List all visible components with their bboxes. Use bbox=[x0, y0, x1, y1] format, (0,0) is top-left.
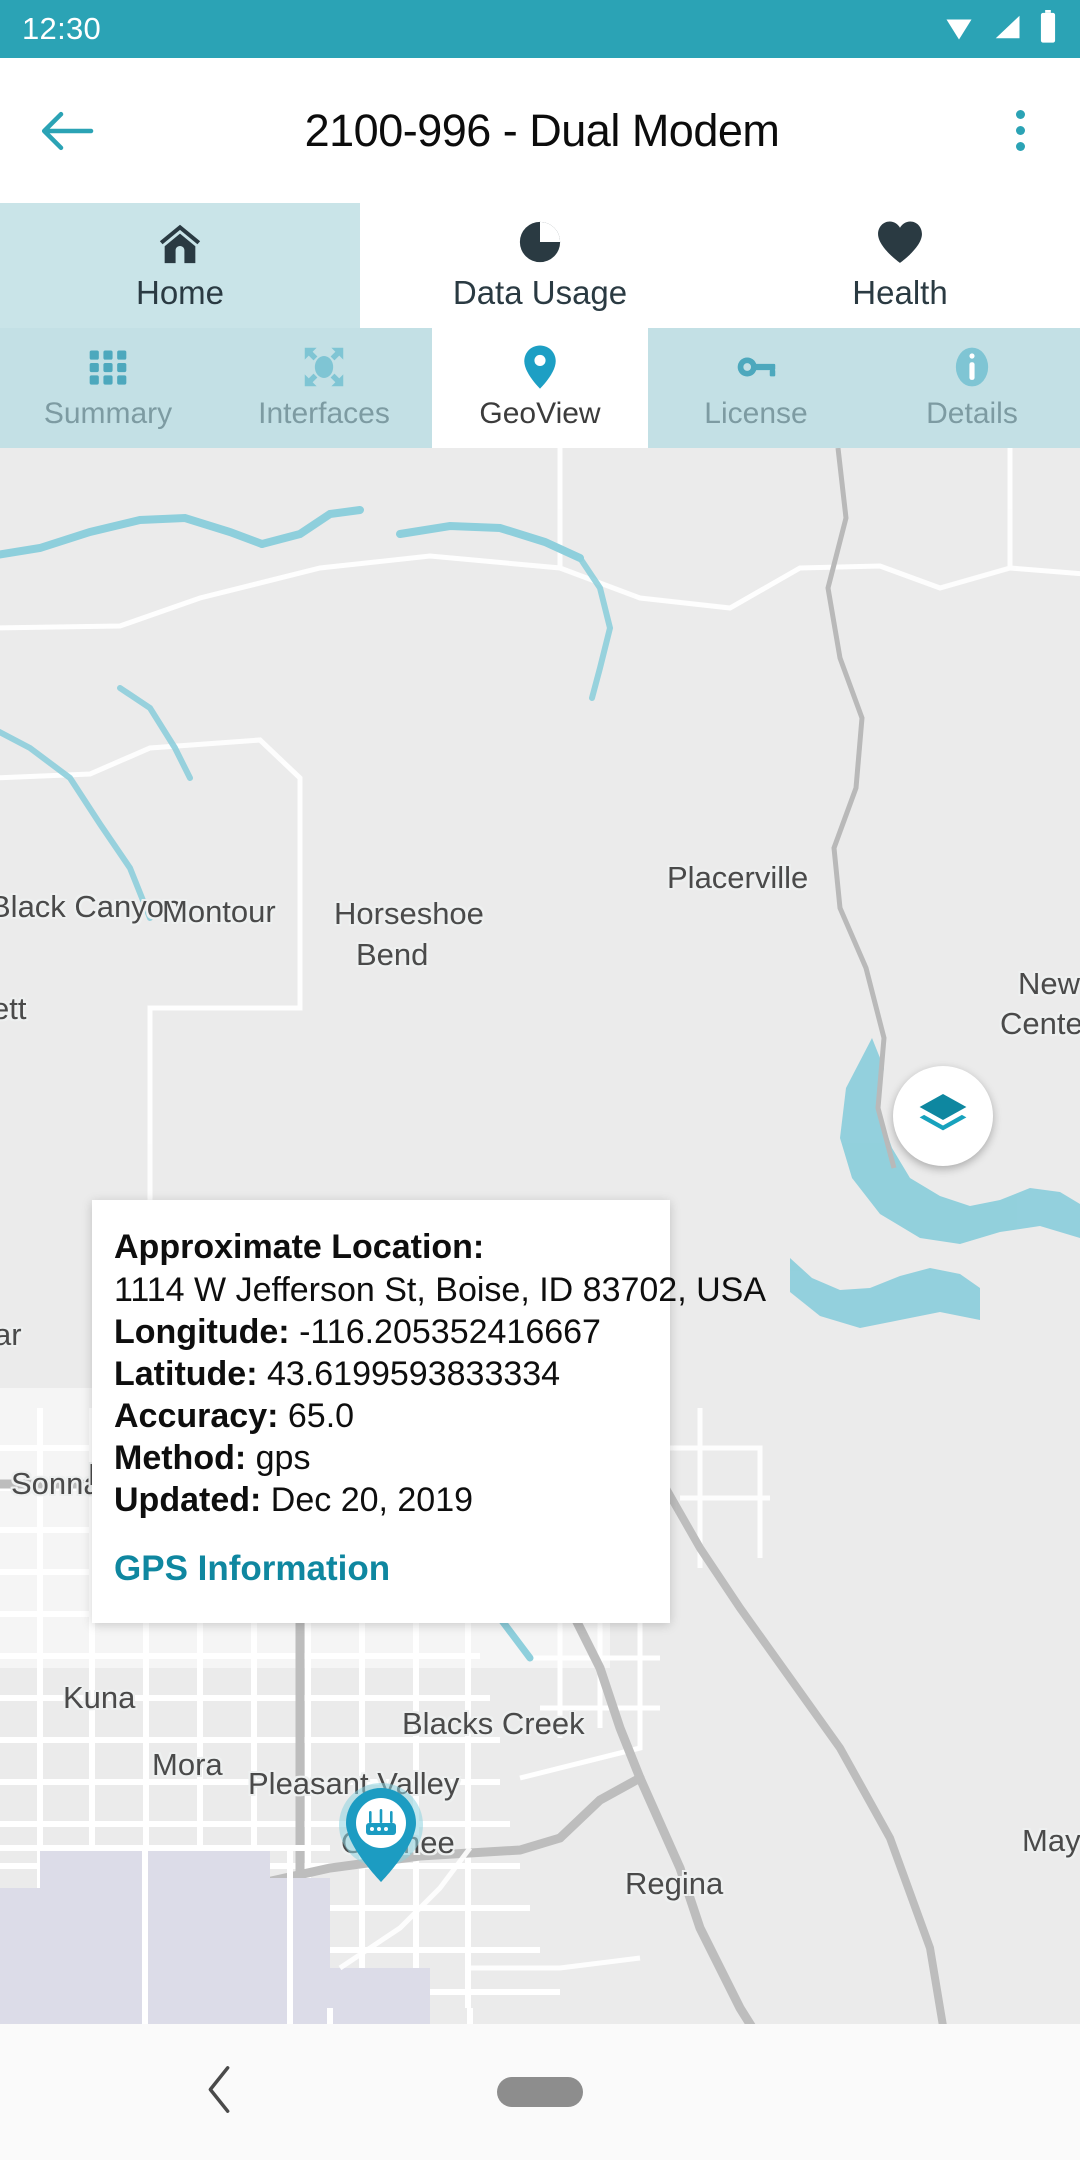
info-row-longitude: Longitude: -116.205352416667 bbox=[114, 1313, 648, 1352]
info-value-latitude: 43.6199593833334 bbox=[267, 1355, 561, 1393]
info-label-method: Method: bbox=[114, 1439, 247, 1477]
map-layers-button[interactable] bbox=[893, 1066, 993, 1166]
key-icon bbox=[733, 345, 779, 389]
tab-data-usage[interactable]: Data Usage bbox=[360, 203, 720, 328]
nav-back-button[interactable] bbox=[202, 2064, 236, 2121]
info-row-method: Method: gps bbox=[114, 1439, 648, 1478]
info-row-accuracy: Accuracy: 65.0 bbox=[114, 1397, 648, 1436]
back-button[interactable] bbox=[30, 94, 104, 168]
more-vertical-icon bbox=[1015, 126, 1025, 135]
gps-information-link[interactable]: GPS Information bbox=[114, 1549, 390, 1589]
info-label-latitude: Latitude: bbox=[114, 1355, 258, 1393]
nav-back-icon bbox=[208, 2066, 230, 2113]
router-marker[interactable] bbox=[338, 1782, 424, 1890]
info-value-longitude: -116.205352416667 bbox=[299, 1313, 601, 1351]
tab-license-label: License bbox=[704, 397, 808, 430]
map-pin-icon bbox=[520, 345, 560, 389]
status-bar: 12:30 bbox=[0, 0, 1080, 58]
home-icon bbox=[155, 219, 205, 265]
secondary-tab-bar: Summary Interfaces GeoView License Detai… bbox=[0, 328, 1080, 448]
info-icon bbox=[950, 345, 994, 389]
tab-interfaces[interactable]: Interfaces bbox=[216, 328, 432, 448]
nav-home-pill[interactable] bbox=[497, 2077, 583, 2107]
tab-details-label: Details bbox=[926, 397, 1018, 430]
info-label-longitude: Longitude: bbox=[114, 1313, 290, 1351]
page-title: 2100-996 - Dual Modem bbox=[304, 104, 780, 156]
more-vertical-icon bbox=[1015, 142, 1025, 151]
heart-icon bbox=[874, 219, 926, 265]
map-view[interactable]: Black Canyon Montour Horseshoe Bend Plac… bbox=[0, 448, 1080, 2098]
more-vertical-icon bbox=[1015, 110, 1025, 119]
info-row-latitude: Latitude: 43.6199593833334 bbox=[114, 1355, 648, 1394]
tab-home[interactable]: Home bbox=[0, 203, 360, 328]
router-marker-icon bbox=[339, 1783, 423, 1882]
location-info-card: Approximate Location: 1114 W Jefferson S… bbox=[92, 1200, 767, 1623]
app-bar: 2100-996 - Dual Modem bbox=[0, 58, 1080, 203]
tab-geoview-label: GeoView bbox=[479, 397, 601, 430]
info-card-title: Approximate Location: bbox=[114, 1228, 485, 1266]
info-label-updated: Updated: bbox=[114, 1481, 262, 1519]
tab-geoview[interactable]: GeoView bbox=[432, 328, 648, 448]
tab-data-usage-label: Data Usage bbox=[452, 274, 628, 311]
grid-icon bbox=[86, 345, 130, 389]
tab-health-label: Health bbox=[852, 274, 948, 311]
status-bar-clock: 12:30 bbox=[22, 11, 102, 46]
signal-icon bbox=[990, 12, 1024, 47]
tab-details[interactable]: Details bbox=[864, 328, 1080, 448]
info-row-updated: Updated: Dec 20, 2019 bbox=[114, 1481, 648, 1520]
back-arrow-icon bbox=[41, 111, 94, 150]
system-nav-bar bbox=[0, 2024, 1080, 2160]
info-value-method: gps bbox=[255, 1439, 311, 1477]
info-card-address: 1114 W Jefferson St, Boise, ID 83702, US… bbox=[114, 1271, 767, 1309]
status-bar-icons bbox=[942, 9, 1058, 49]
pie-chart-icon bbox=[516, 219, 564, 265]
primary-tab-bar: Home Data Usage Health bbox=[0, 203, 1080, 328]
info-value-updated: Dec 20, 2019 bbox=[270, 1481, 474, 1519]
tab-license[interactable]: License bbox=[648, 328, 864, 448]
tab-summary[interactable]: Summary bbox=[0, 328, 216, 448]
wifi-icon bbox=[942, 12, 976, 47]
tab-interfaces-label: Interfaces bbox=[258, 397, 390, 430]
info-value-accuracy: 65.0 bbox=[287, 1397, 355, 1435]
info-label-accuracy: Accuracy: bbox=[114, 1397, 279, 1435]
tab-summary-label: Summary bbox=[43, 397, 173, 430]
battery-icon bbox=[1038, 9, 1058, 49]
overflow-menu-button[interactable] bbox=[990, 94, 1050, 168]
layers-icon bbox=[919, 1093, 967, 1131]
interfaces-icon bbox=[302, 345, 346, 389]
app-screen: 12:30 2100-996 - Dual Modem Home Data Us… bbox=[0, 0, 1080, 2160]
tab-home-label: Home bbox=[135, 274, 225, 311]
tab-health[interactable]: Health bbox=[720, 203, 1080, 328]
